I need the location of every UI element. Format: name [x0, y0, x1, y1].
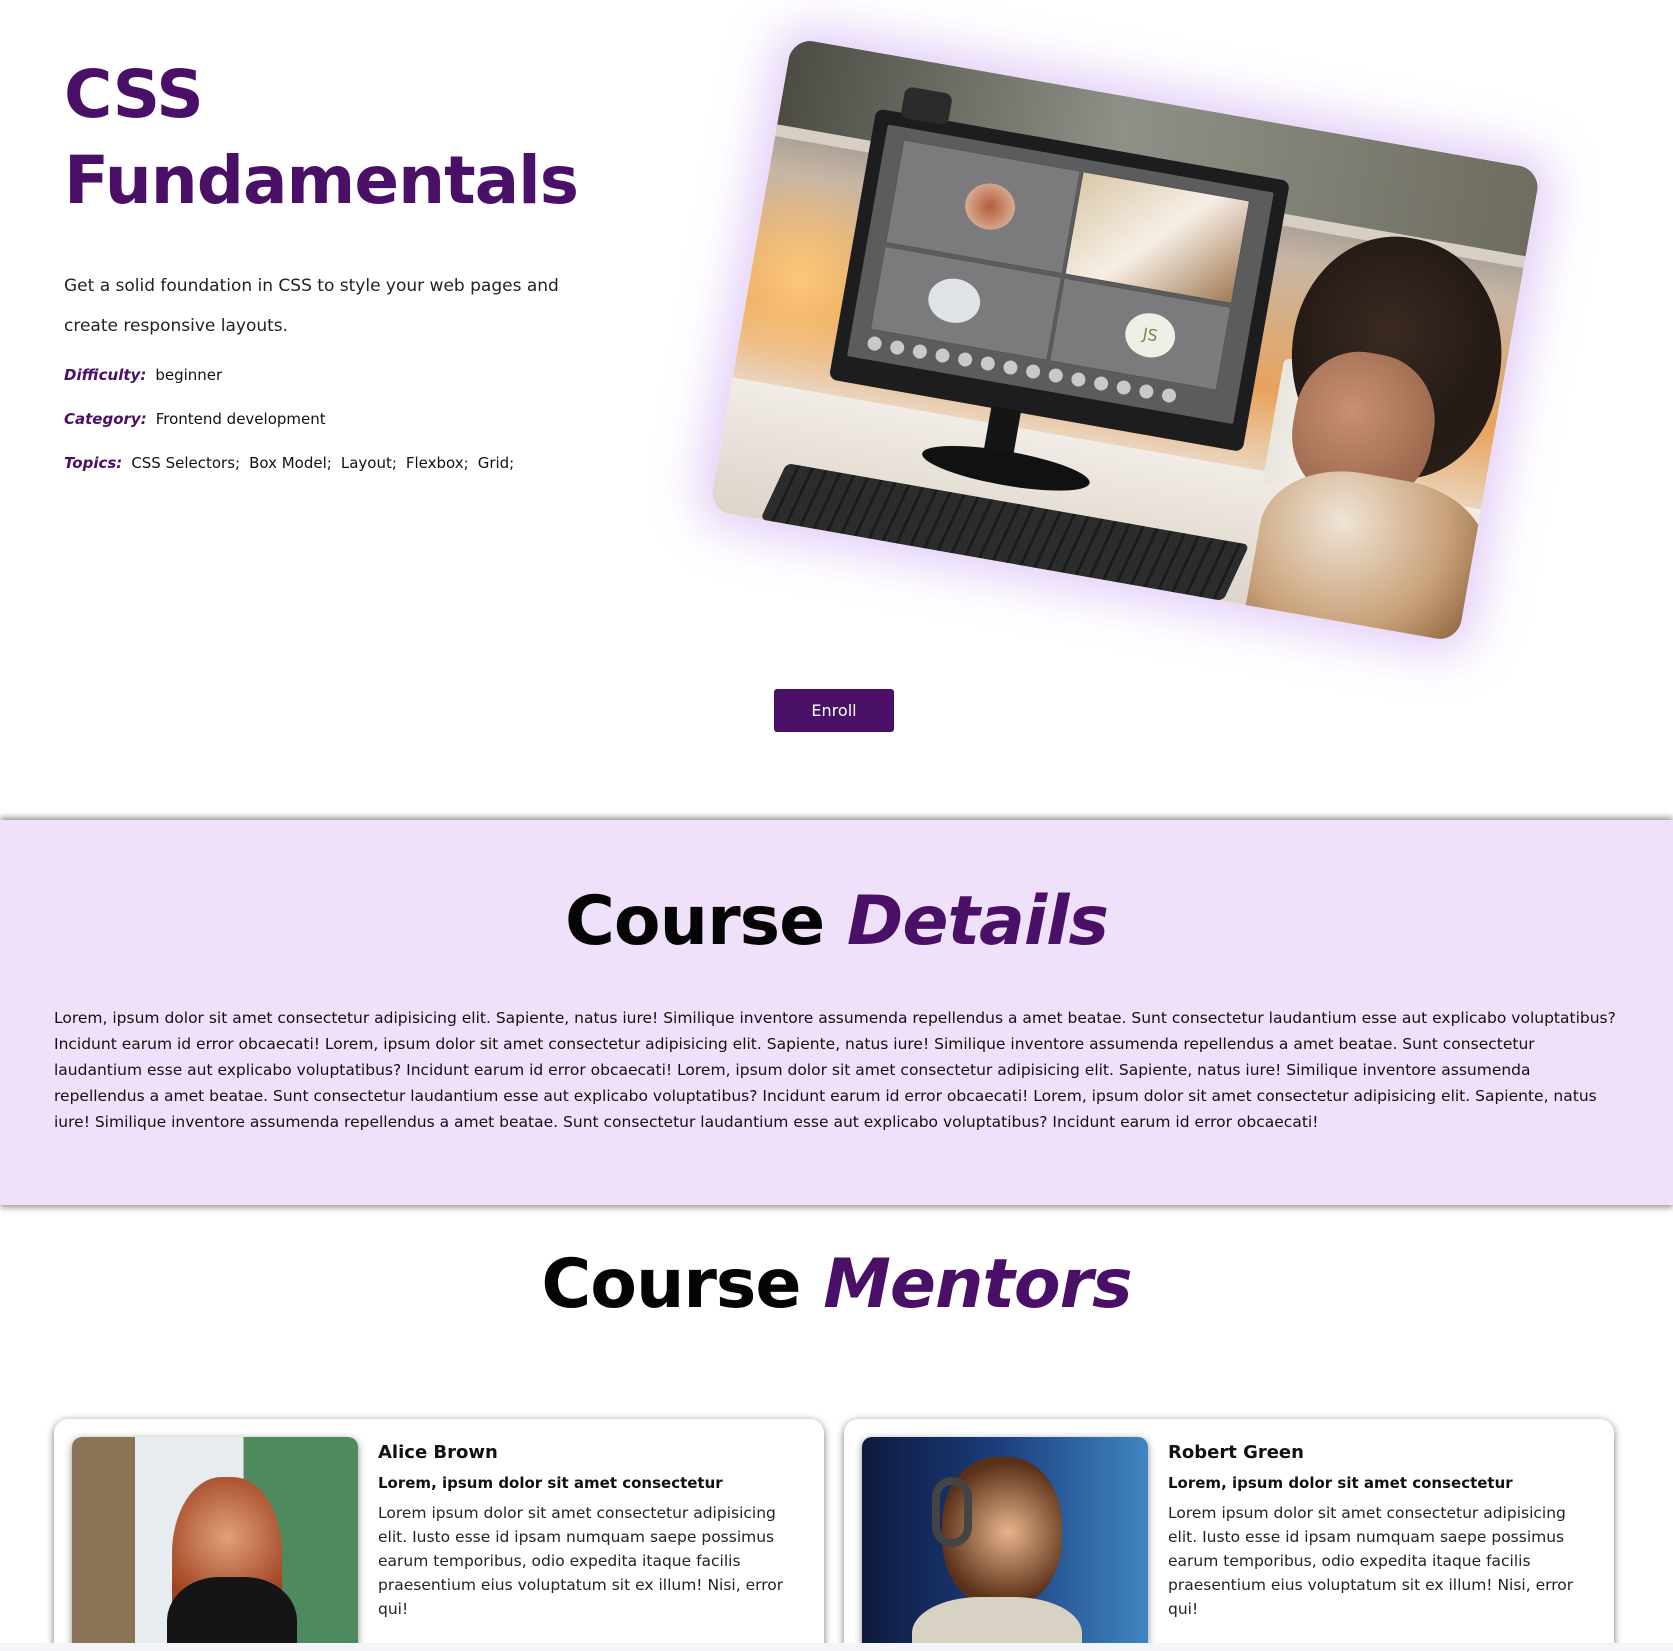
- mentors-heading: Course Mentors: [0, 1245, 1673, 1324]
- course-mentors-section: Course Mentors Alice Brown Lorem, ipsum …: [0, 1205, 1673, 1651]
- topic-item: Grid;: [477, 454, 515, 472]
- topic-item: CSS Selectors;: [131, 454, 241, 472]
- difficulty-value: beginner: [155, 366, 223, 384]
- course-title-line2: Fundamentals: [64, 142, 579, 219]
- difficulty-label: Difficulty:: [64, 366, 147, 384]
- mentors-heading-accent: Mentors: [823, 1245, 1132, 1324]
- category-row: Category: Frontend development: [64, 410, 335, 428]
- course-title: CSS Fundamentals: [64, 52, 624, 224]
- mentor-subtitle: Lorem, ipsum dolor sit amet consectetur: [378, 1474, 723, 1492]
- headphones-icon: [932, 1477, 972, 1547]
- mentor-photo: [862, 1437, 1148, 1651]
- course-hero: CSS Fundamentals Get a solid foundation …: [0, 0, 1673, 820]
- topics-label: Topics:: [64, 454, 123, 472]
- mentors-heading-plain: Course: [541, 1245, 801, 1324]
- course-description: Get a solid foundation in CSS to style y…: [64, 276, 559, 336]
- mentor-bio: Lorem ipsum dolor sit amet consectetur a…: [378, 1504, 784, 1618]
- category-label: Category:: [64, 410, 147, 428]
- details-heading-accent: Details: [846, 882, 1109, 961]
- details-body: Lorem, ipsum dolor sit amet consectetur …: [54, 1009, 1616, 1131]
- mentor-name: Alice Brown: [378, 1442, 498, 1463]
- mentor-photo: [72, 1437, 358, 1651]
- details-heading: Course Details: [0, 882, 1673, 961]
- course-hero-image: JS: [709, 37, 1541, 643]
- student-at-computer-illustration: JS: [709, 37, 1541, 643]
- video-call-screen: JS: [847, 124, 1274, 425]
- page-bottom-edge: [0, 1643, 1673, 1651]
- topic-item: Box Model;: [249, 454, 332, 472]
- topic-item: Layout;: [340, 454, 397, 472]
- course-details-section: Course Details Lorem, ipsum dolor sit am…: [0, 820, 1673, 1205]
- mentor-torso: [167, 1577, 297, 1651]
- mentor-subtitle: Lorem, ipsum dolor sit amet consectetur: [1168, 1474, 1513, 1492]
- topic-item: Flexbox;: [405, 454, 469, 472]
- details-heading-plain: Course: [565, 882, 825, 961]
- enroll-button[interactable]: Enroll: [774, 689, 894, 732]
- mentor-card: Robert Green Lorem, ipsum dolor sit amet…: [844, 1419, 1614, 1651]
- difficulty-row: Difficulty: beginner: [64, 366, 231, 384]
- mentor-name: Robert Green: [1168, 1442, 1304, 1463]
- topics-row: Topics: CSS Selectors; Box Model; Layout…: [64, 454, 523, 472]
- mentor-card: Alice Brown Lorem, ipsum dolor sit amet …: [54, 1419, 824, 1651]
- course-title-line1: CSS: [64, 56, 204, 133]
- mentor-bio: Lorem ipsum dolor sit amet consectetur a…: [1168, 1504, 1574, 1618]
- category-value: Frontend development: [155, 410, 326, 428]
